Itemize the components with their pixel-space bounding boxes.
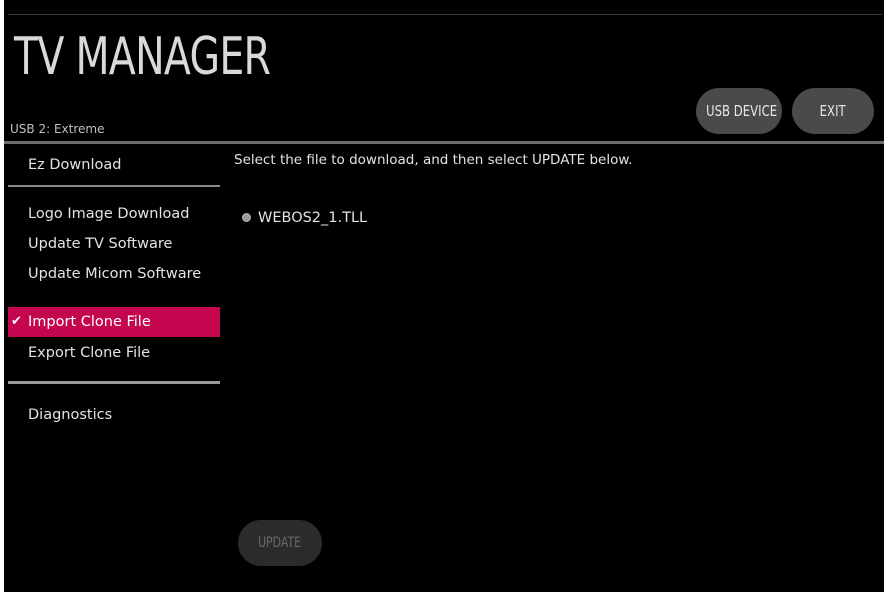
radio-button-icon[interactable] — [242, 213, 251, 222]
sidebar-item-update-tv-software[interactable]: Update TV Software — [8, 229, 220, 259]
sidebar-item-label: Logo Image Download — [28, 206, 190, 222]
sidebar-item-export-clone-file[interactable]: Export Clone File — [8, 338, 220, 368]
sidebar-item-label: Import Clone File — [28, 314, 151, 330]
sidebar-item-label: Diagnostics — [28, 407, 113, 423]
instruction-text: Select the file to download, and then se… — [234, 152, 633, 168]
update-button[interactable]: UPDATE — [238, 520, 322, 566]
sidebar-item-label: Export Clone File — [28, 345, 151, 361]
top-divider — [8, 14, 882, 15]
page-title: TV MANAGER — [14, 27, 271, 87]
sidebar-item-diagnostics[interactable]: Diagnostics — [8, 400, 220, 430]
exit-button[interactable]: EXIT — [792, 88, 874, 134]
usb-device-name: USB 2: Extreme — [10, 122, 105, 136]
sidebar-item-ez-download[interactable]: Ez Download — [8, 150, 220, 180]
sidebar-item-label: Update Micom Software — [28, 266, 202, 282]
tv-manager-screen: TV MANAGER USB 2: Extreme USB DEVICE EXI… — [4, 0, 884, 592]
usb-device-button-label: USB DEVICE — [706, 102, 778, 120]
update-button-label: UPDATE — [258, 535, 302, 551]
sidebar-item-label: Update TV Software — [28, 236, 173, 252]
sidebar-divider — [8, 185, 220, 187]
exit-button-label: EXIT — [819, 102, 847, 120]
sidebar-item-update-micom-software[interactable]: Update Micom Software — [8, 259, 220, 289]
sidebar-item-label: Ez Download — [28, 157, 122, 173]
file-name: WEBOS2_1.TLL — [258, 210, 368, 226]
sidebar-item-import-clone-file[interactable]: ✔ Import Clone File — [8, 307, 220, 337]
sidebar-item-logo-image-download[interactable]: Logo Image Download — [8, 199, 220, 229]
usb-device-button[interactable]: USB DEVICE — [696, 88, 782, 134]
sidebar-divider — [8, 381, 220, 384]
checkmark-icon: ✔ — [11, 314, 22, 329]
sidebar-menu: Ez Download Logo Image Download Update T… — [4, 144, 224, 592]
